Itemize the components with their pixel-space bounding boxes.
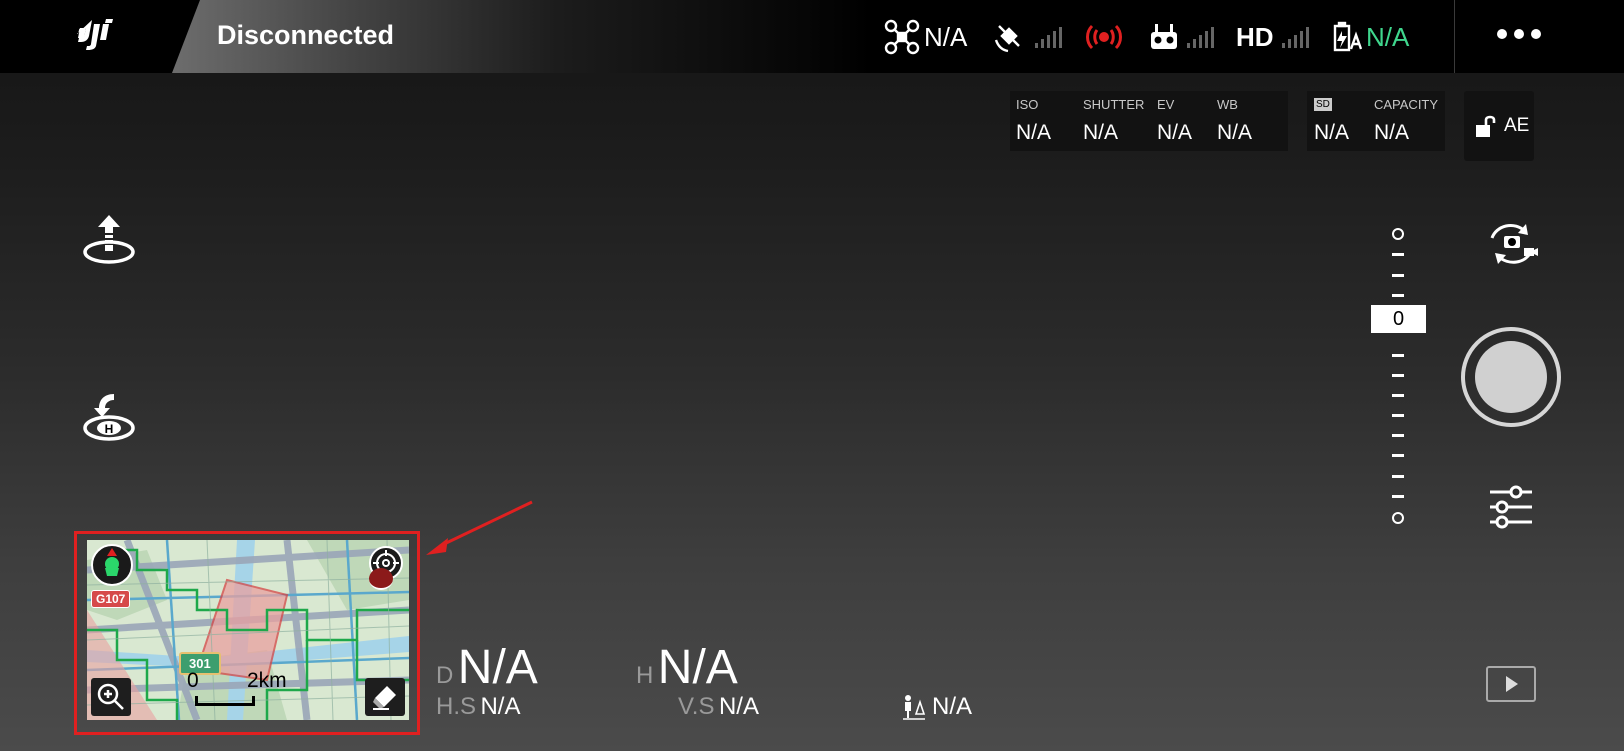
- return-home-icon: H: [83, 394, 135, 441]
- sd-card-icon: SD: [1314, 98, 1332, 111]
- camera-video-switch-icon: [1490, 223, 1538, 264]
- hd-signal-bars: [1281, 26, 1309, 48]
- map-graphic: [87, 540, 409, 720]
- radar-icon: [1086, 24, 1122, 50]
- slider-tick: [1392, 414, 1404, 417]
- eraser-icon: [373, 686, 396, 710]
- camera-settings-button[interactable]: [1488, 484, 1534, 535]
- slider-bottom-stop: [1392, 512, 1404, 524]
- aircraft-location-marker: [91, 544, 133, 586]
- vision-positioning-readout: N/A: [902, 693, 972, 721]
- slider-value[interactable]: 0: [1371, 305, 1426, 333]
- gps-signal-bars: [1035, 26, 1062, 48]
- play-icon: [1506, 676, 1518, 692]
- settings-sliders-icon: [1490, 485, 1532, 529]
- remote-signal-bars: [1187, 26, 1214, 48]
- storage-panel[interactable]: SD N/A CAPACITY N/A: [1307, 91, 1445, 151]
- obstacle-sensing[interactable]: [1084, 18, 1124, 56]
- shutter-button[interactable]: [1461, 327, 1561, 427]
- scale-distance-label: 2km: [247, 669, 287, 692]
- hd-label: HD: [1236, 21, 1274, 52]
- scale-bar: [195, 696, 255, 706]
- battery-value: N/A: [1366, 21, 1410, 52]
- vertical-speed-readout: V.S N/A: [678, 693, 759, 720]
- battery-icon: [1333, 21, 1362, 52]
- drone-icon: [884, 19, 920, 55]
- ae-lock-button[interactable]: AE: [1464, 91, 1534, 161]
- return-home-button[interactable]: H: [82, 390, 136, 447]
- annotation-arrow: [426, 500, 533, 555]
- camera-exposure-panel[interactable]: ISO N/A SHUTTER N/A EV N/A WB N/A: [1010, 91, 1288, 151]
- slider-tick: [1392, 475, 1404, 478]
- top-bar: Disconnected N/A HD N/A: [0, 0, 1624, 73]
- slider-tick: [1392, 294, 1404, 297]
- gps-status[interactable]: [993, 18, 1062, 56]
- road-label-g107: G107: [91, 590, 131, 608]
- aircraft-status[interactable]: N/A: [884, 18, 967, 56]
- zoom-in-icon: [97, 683, 124, 710]
- dji-logo[interactable]: [76, 12, 132, 55]
- hd-video-status[interactable]: HD: [1236, 18, 1309, 56]
- remote-status[interactable]: [1149, 18, 1214, 56]
- map-clear-button[interactable]: [365, 678, 405, 716]
- slider-tick: [1392, 274, 1404, 277]
- compass-indicator: [369, 568, 393, 590]
- map-zoom-button[interactable]: [91, 678, 131, 716]
- remote-controller-icon: [1151, 24, 1177, 49]
- connection-status: Disconnected: [217, 20, 395, 50]
- takeoff-button[interactable]: [82, 213, 136, 270]
- slider-tick: [1392, 454, 1404, 457]
- horizontal-speed-readout: H.S N/A: [436, 693, 521, 720]
- aircraft-value: N/A: [924, 21, 968, 52]
- slider-tick: [1392, 374, 1404, 377]
- slider-tick: [1392, 434, 1404, 437]
- more-icon[interactable]: [1497, 29, 1541, 39]
- playback-button[interactable]: [1486, 666, 1536, 702]
- camera-switch-button[interactable]: [1482, 218, 1542, 275]
- mini-map[interactable]: G107 301 0 2km: [87, 540, 409, 720]
- satellite-icon: [994, 25, 1020, 53]
- slider-tick: [1392, 394, 1404, 397]
- distance-readout: D N/A: [436, 641, 538, 694]
- slider-tick: [1392, 354, 1404, 357]
- vps-height-icon: [903, 695, 926, 720]
- battery-status[interactable]: N/A: [1330, 18, 1409, 56]
- slider-top-stop: [1392, 228, 1404, 240]
- slider-tick: [1392, 495, 1404, 498]
- svg-text:H: H: [105, 422, 114, 436]
- slider-tick: [1392, 253, 1404, 256]
- shutter-button-inner: [1475, 341, 1547, 413]
- topbar-divider: [1454, 0, 1455, 73]
- road-label-301: 301: [179, 652, 221, 675]
- scale-zero-label: 0: [187, 669, 199, 692]
- height-readout: H N/A: [636, 641, 738, 694]
- takeoff-icon: [83, 215, 135, 264]
- ae-label: AE: [1504, 115, 1530, 136]
- unlock-icon: [1476, 115, 1496, 137]
